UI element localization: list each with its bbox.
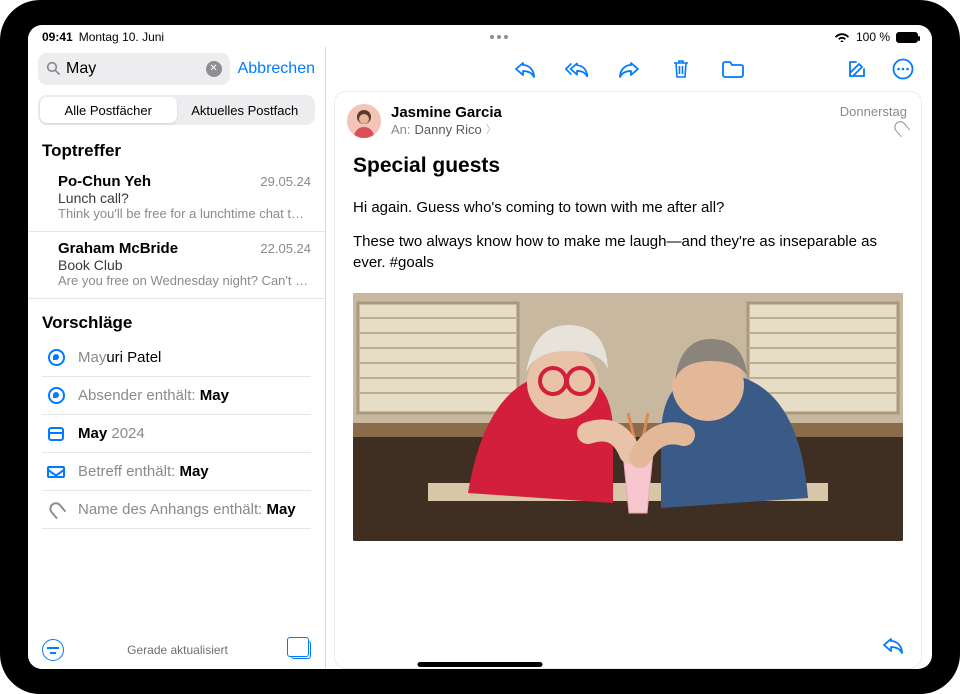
status-bar: 09:41 Montag 10. Juni 100 % (28, 25, 932, 47)
sync-status: Gerade aktualisiert (127, 643, 228, 657)
suggestion-attachment-contains[interactable]: Name des Anhangs enthält: May (42, 491, 311, 529)
message-card: Jasmine Garcia An: Danny Rico 〉 Donnerst… (334, 91, 922, 669)
result-date: 22.05.24 (260, 241, 311, 256)
suggestion-date[interactable]: May 2024 (42, 415, 311, 453)
calendar-icon (46, 427, 66, 441)
compose-button[interactable] (844, 58, 870, 80)
message-toolbar (326, 47, 932, 91)
cancel-search-button[interactable]: Abbrechen (238, 60, 315, 78)
result-subject: Book Club (58, 257, 311, 273)
forward-button[interactable] (616, 58, 642, 80)
result-sender: Po-Chun Yeh (58, 173, 151, 190)
person-icon (46, 349, 66, 366)
sender-name[interactable]: Jasmine Garcia (391, 104, 502, 121)
ipad-frame: 09:41 Montag 10. Juni 100 % (0, 0, 960, 694)
to-label: An: (391, 122, 411, 137)
result-preview: Are you free on Wednesday night? Can't w… (58, 273, 311, 288)
message-body: Hi again. Guess who's coming to town wit… (335, 184, 921, 287)
recipient-name[interactable]: Danny Rico (415, 122, 482, 137)
quick-reply-button[interactable] (881, 635, 905, 660)
message-pane: Jasmine Garcia An: Danny Rico 〉 Donnerst… (326, 47, 932, 669)
person-icon (46, 387, 66, 404)
segment-current-mailbox[interactable]: Aktuelles Postfach (177, 97, 314, 123)
sender-avatar[interactable] (347, 104, 381, 138)
top-hits-heading: Toptreffer (28, 131, 325, 165)
battery-percent: 100 % (856, 30, 890, 44)
sidebar: May ✕ Abbrechen Alle Postfächer Aktuelle… (28, 47, 326, 669)
search-result[interactable]: Graham McBride 22.05.24 Book Club Are yo… (28, 232, 325, 299)
search-input[interactable]: May ✕ (38, 53, 230, 85)
result-sender: Graham McBride (58, 240, 178, 257)
mailbox-scope-segment[interactable]: Alle Postfächer Aktuelles Postfach (38, 95, 315, 125)
chevron-right-icon[interactable]: 〉 (486, 121, 497, 137)
suggestion-subject-contains[interactable]: Betreff enthält: May (42, 453, 311, 491)
battery-icon (896, 32, 918, 43)
screen: 09:41 Montag 10. Juni 100 % (28, 25, 932, 669)
move-button[interactable] (720, 58, 746, 80)
reply-all-button[interactable] (564, 58, 590, 80)
message-attachment-image[interactable] (353, 293, 903, 541)
search-icon (46, 61, 60, 78)
attachment-icon (46, 502, 66, 517)
suggestions-heading: Vorschläge (28, 299, 325, 339)
attachment-icon (892, 119, 910, 137)
search-result[interactable]: Po-Chun Yeh 29.05.24 Lunch call? Think y… (28, 165, 325, 232)
clear-search-icon[interactable]: ✕ (206, 61, 222, 77)
trash-button[interactable] (668, 58, 694, 80)
result-date: 29.05.24 (260, 174, 311, 189)
segment-all-mailboxes[interactable]: Alle Postfächer (40, 97, 177, 123)
mailboxes-button[interactable] (291, 641, 311, 659)
suggestion-person[interactable]: Mayuri Patel (42, 339, 311, 377)
multitask-dots[interactable] (490, 35, 508, 39)
more-button[interactable] (890, 58, 916, 80)
status-time: 09:41 (42, 30, 73, 44)
search-query-text: May (66, 60, 200, 78)
wifi-icon (834, 30, 850, 45)
result-preview: Think you'll be free for a lunchtime cha… (58, 206, 311, 221)
filter-button[interactable] (42, 639, 64, 661)
message-subject: Special guests (335, 140, 921, 184)
reply-button[interactable] (512, 58, 538, 80)
status-date: Montag 10. Juni (79, 30, 164, 44)
mail-icon (46, 466, 66, 478)
suggestion-sender-contains[interactable]: Absender enthält: May (42, 377, 311, 415)
message-date: Donnerstag (840, 104, 907, 119)
home-indicator[interactable] (418, 662, 543, 667)
result-subject: Lunch call? (58, 190, 311, 206)
